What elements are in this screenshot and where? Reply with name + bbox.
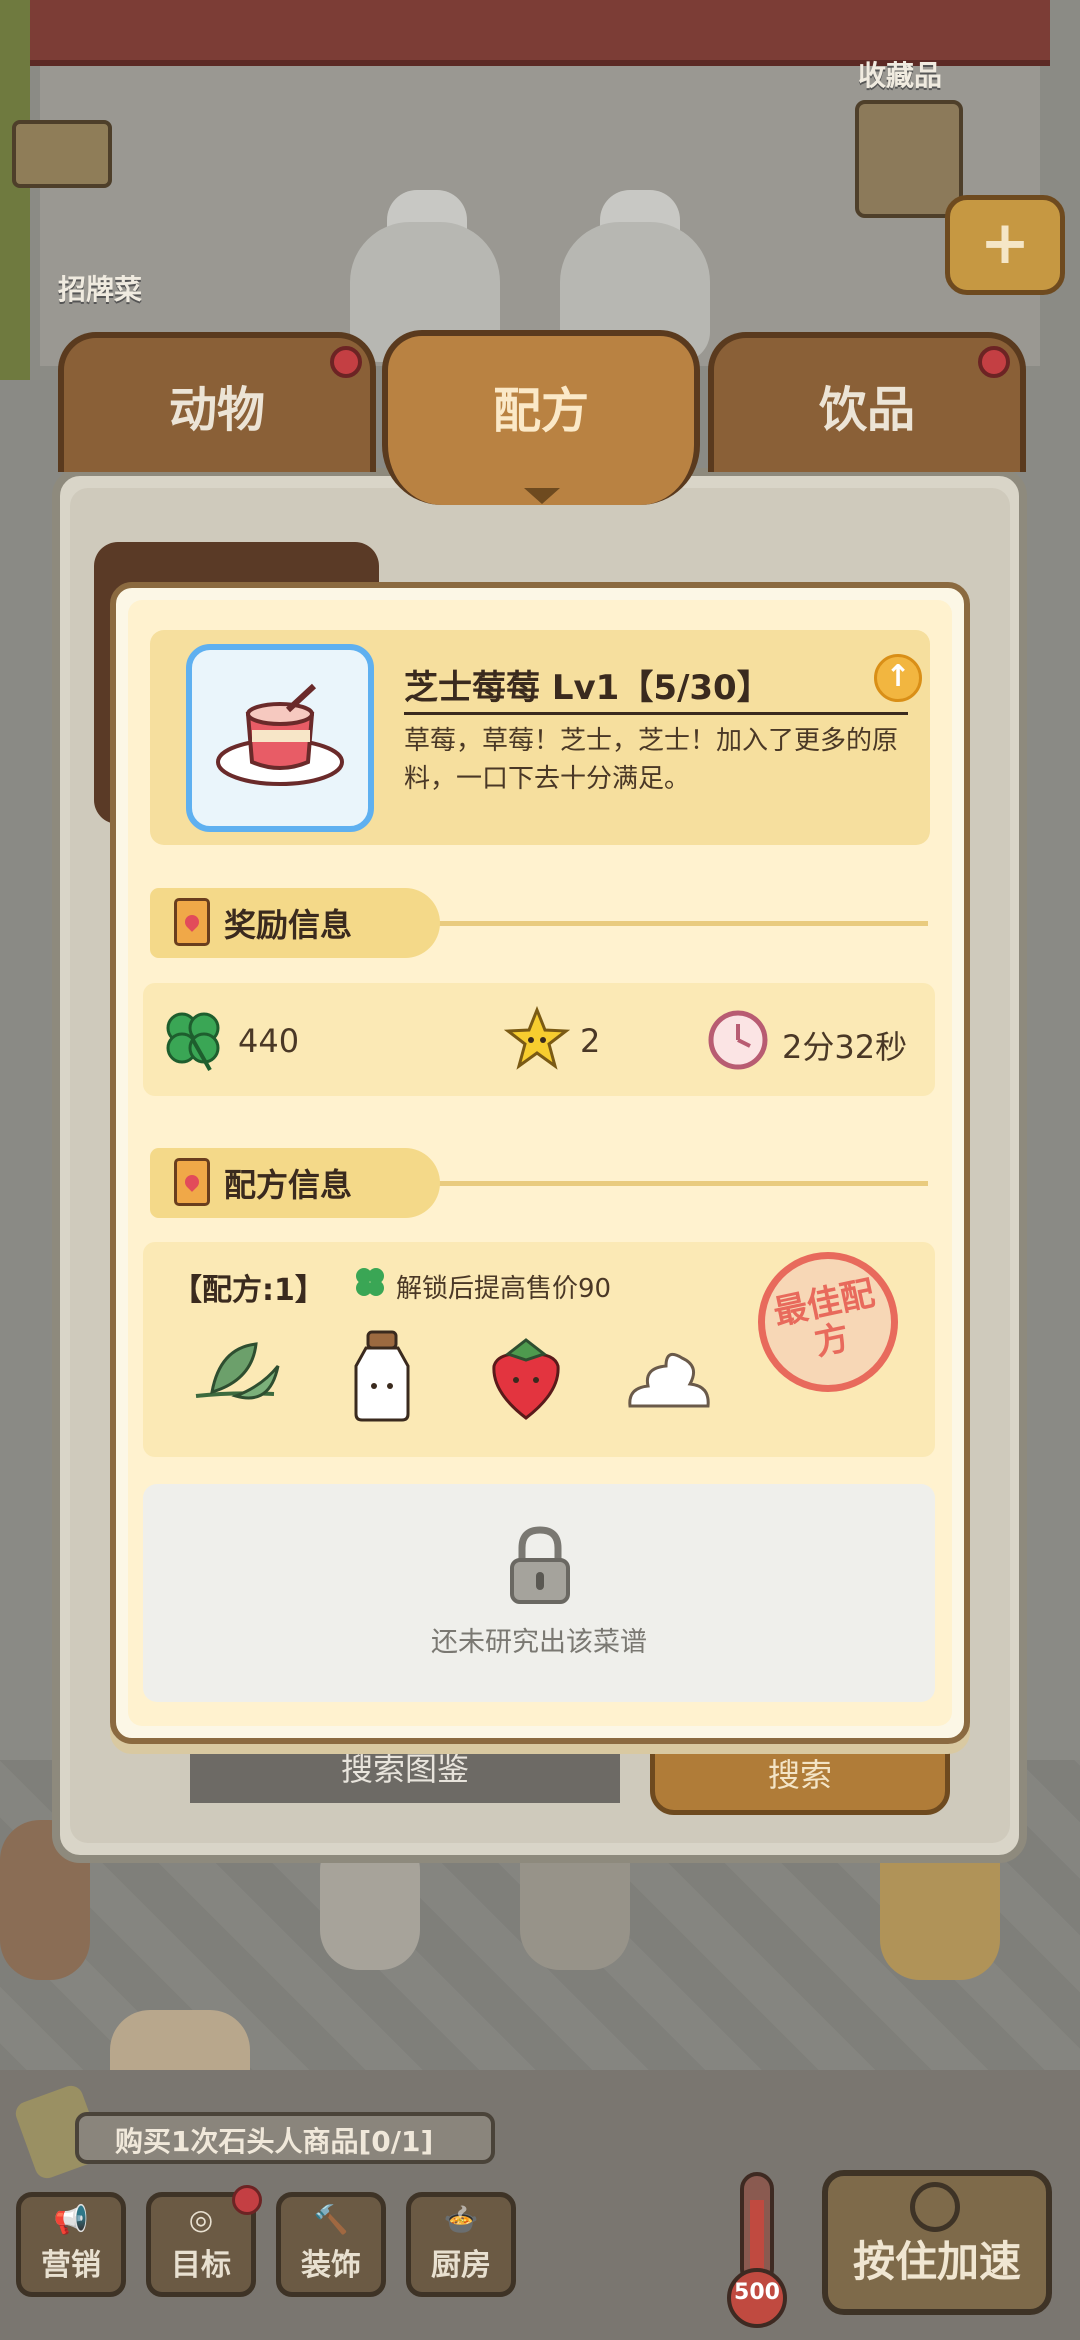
section-divider: [420, 1181, 928, 1186]
star-icon: [504, 1006, 570, 1070]
tab-pointer: [524, 488, 560, 504]
recipe-label: 【配方:1】: [172, 1273, 325, 1308]
picture-frame-icon: [12, 120, 112, 188]
search-encyclopedia-label: 搜索图鉴: [340, 1750, 469, 1788]
collection-label: 收藏品: [858, 59, 943, 92]
thermometer-value: 500: [734, 2280, 780, 2305]
recipe-section-title: 配方信息: [224, 1166, 353, 1204]
search-label: 搜索: [767, 1756, 832, 1794]
section-divider: [420, 921, 928, 926]
cream-icon: [628, 1352, 710, 1408]
decoration-label: 装饰: [301, 2248, 361, 2283]
clover-icon: [356, 1268, 384, 1296]
thermometer-icon: [727, 2172, 787, 2328]
target-icon: ◎: [188, 2203, 214, 2236]
goal-label: 目标: [171, 2248, 231, 2283]
tab-drinks[interactable]: 饮品: [708, 332, 1026, 472]
plus-icon[interactable]: +: [945, 195, 1065, 295]
notification-dot: [978, 346, 1010, 378]
tab-recipes-label: 配方: [492, 382, 589, 439]
reward-section-title: 奖励信息: [224, 906, 353, 944]
time-reward-value: 2分32秒: [782, 1028, 908, 1066]
tab-animals-label: 动物: [168, 382, 265, 438]
kitchen-button[interactable]: 🍲 厨房: [406, 2192, 516, 2297]
tab-drinks-label: 饮品: [818, 382, 915, 438]
pot-icon: 🍲: [443, 2203, 479, 2236]
tab-recipes[interactable]: 配方: [382, 330, 700, 505]
search-encyclopedia-button[interactable]: 搜索图鉴: [190, 1735, 620, 1803]
dish-name: 芝士莓莓 Lv1【5/30】: [404, 668, 771, 708]
dish-image-frame: [186, 644, 374, 832]
signature-dish-label: 招牌菜: [58, 273, 143, 306]
clock-icon: [708, 1010, 768, 1070]
fast-forward-icon: [910, 2182, 960, 2232]
megaphone-icon: 📢: [53, 2203, 89, 2236]
dish-name-underline: [404, 712, 908, 715]
recipe-book-icon: [174, 1158, 210, 1206]
recipe-book-icon: [174, 898, 210, 946]
upgrade-arrow-icon[interactable]: ↑: [874, 654, 922, 702]
clover-reward-value: 440: [238, 1022, 300, 1060]
tab-animals[interactable]: 动物: [58, 332, 376, 472]
locked-message: 还未研究出该菜谱: [431, 1627, 647, 1658]
collection-item-icon[interactable]: [855, 100, 963, 218]
hammer-icon: 🔨: [313, 2203, 349, 2236]
notification-dot: [232, 2185, 262, 2215]
notification-dot: [330, 346, 362, 378]
dish-description: 草莓，草莓！芝士，芝士！加入了更多的原料，一口下去十分满足。: [404, 726, 899, 794]
quest-bar[interactable]: 购买1次石头人商品[0/1]: [75, 2112, 495, 2164]
speed-button-label: 按住加速: [852, 2237, 1021, 2286]
unlock-note: 解锁后提高售价90: [396, 1274, 612, 1304]
lock-icon: [510, 1526, 570, 1604]
milk-bottle-icon: [354, 1330, 410, 1422]
strawberry-icon: [492, 1338, 560, 1420]
grass-strip: [0, 0, 30, 380]
clover-icon: [166, 1012, 220, 1071]
marketing-button[interactable]: 📢 营销: [16, 2192, 126, 2297]
tea-leaf-icon: [195, 1342, 280, 1400]
marketing-label: 营销: [41, 2248, 101, 2283]
kitchen-label: 厨房: [431, 2248, 491, 2283]
decoration-button[interactable]: 🔨 装饰: [276, 2192, 386, 2297]
star-reward-value: 2: [580, 1022, 601, 1060]
cheese-strawberry-dish-icon: [216, 683, 344, 786]
